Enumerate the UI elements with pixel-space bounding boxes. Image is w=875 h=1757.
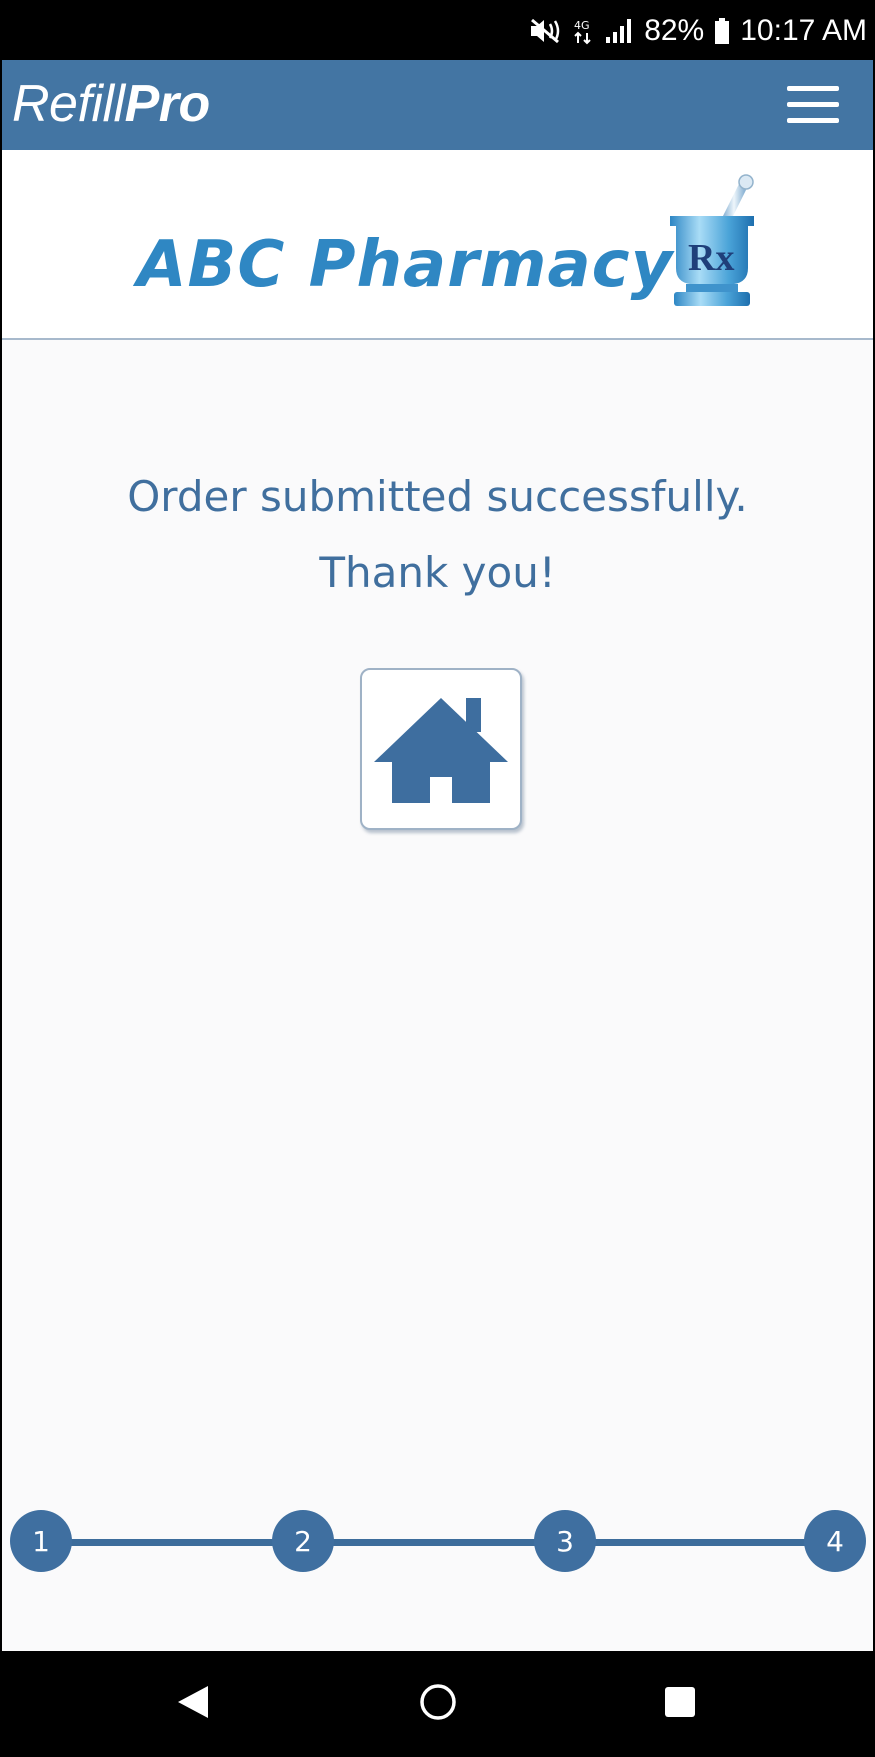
step-1[interactable]: 1 (10, 1510, 72, 1572)
progress-stepper: 1 2 3 4 (2, 1510, 873, 1574)
data-icon: 4G (572, 16, 594, 46)
brand-refill: Refill (12, 75, 125, 133)
rx-text: Rx (688, 237, 734, 279)
status-time: 10:17 AM (740, 14, 867, 47)
svg-text:4G: 4G (574, 19, 590, 32)
app-bar: RefillPro (2, 60, 873, 150)
step-2[interactable]: 2 (272, 1510, 334, 1572)
step-4[interactable]: 4 (804, 1510, 866, 1572)
stepper-line (38, 1539, 837, 1546)
phone-screen: 4G 82% 10:17 AM RefillPro ABC Pharmacy R… (2, 2, 873, 1753)
signal-icon (604, 17, 634, 45)
home-button[interactable] (360, 668, 522, 830)
success-message: Order submitted successfully. (127, 472, 748, 521)
home-icon (374, 698, 508, 803)
home-circle-icon[interactable] (378, 1651, 498, 1753)
hamburger-menu-icon[interactable] (787, 86, 839, 124)
brand-pro: Pro (124, 75, 211, 133)
recents-icon[interactable] (620, 1651, 740, 1753)
back-icon[interactable] (133, 1651, 253, 1753)
battery-percent: 82% (644, 14, 705, 47)
app-brand: RefillPro (12, 74, 210, 134)
mortar-pestle-rx-icon: Rx (662, 174, 762, 319)
pharmacy-header: ABC Pharmacy Rx (2, 150, 873, 340)
system-nav-bar (2, 1651, 873, 1753)
battery-icon (714, 17, 730, 45)
step-3[interactable]: 3 (534, 1510, 596, 1572)
pharmacy-name: ABC Pharmacy (137, 228, 674, 302)
mute-vibrate-icon (528, 16, 562, 46)
thank-you-message: Thank you! (319, 548, 556, 597)
status-bar: 4G 82% 10:17 AM (2, 2, 873, 60)
